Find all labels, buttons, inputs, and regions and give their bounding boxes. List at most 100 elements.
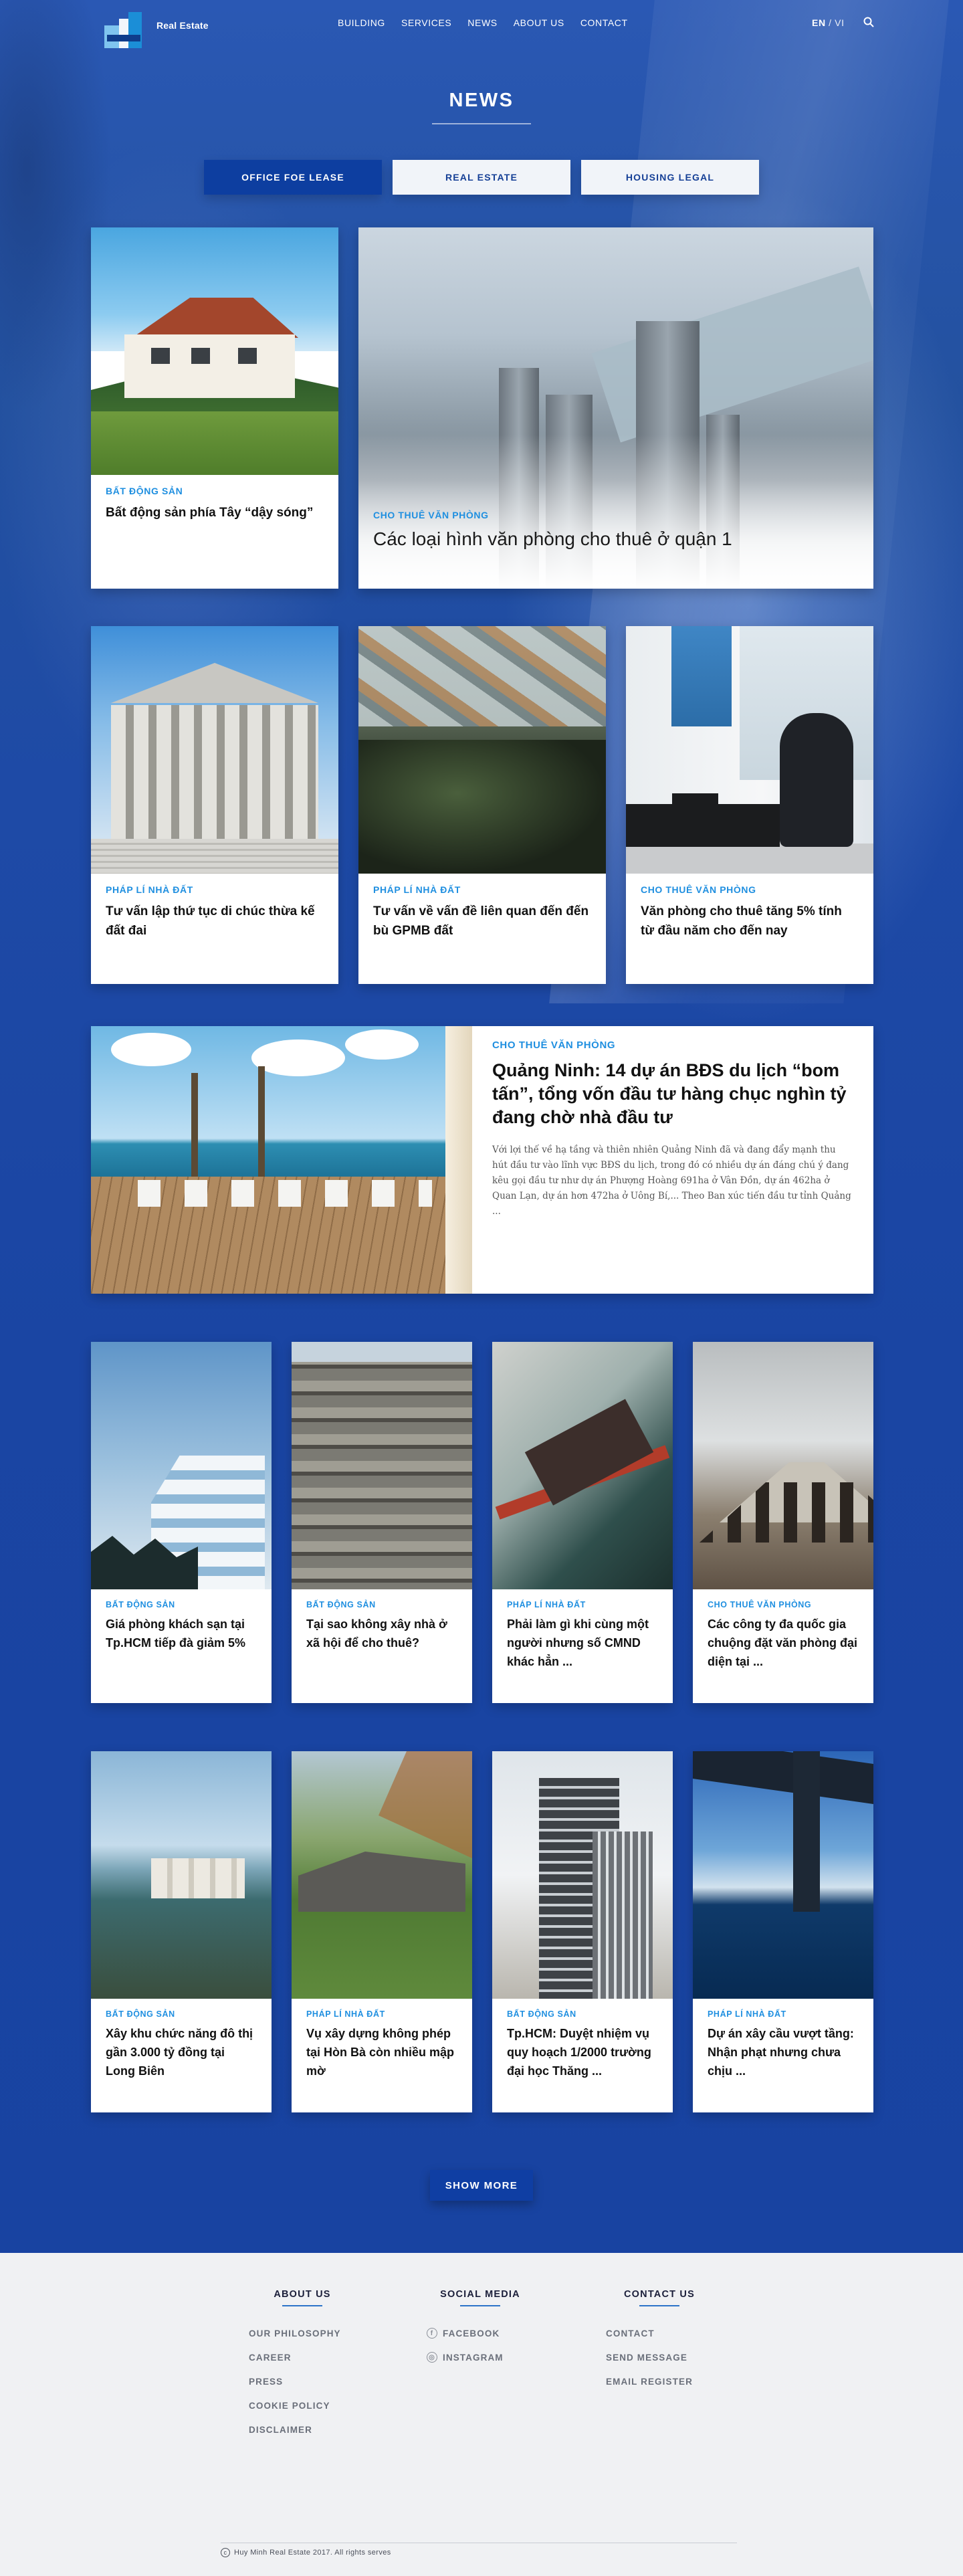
footer-social-links: f FACEBOOK ◎ INSTAGRAM [427, 2321, 534, 2369]
news-image [626, 626, 873, 874]
news-card-body: PHÁP LÍ NHÀ ĐẤT Vụ xây dựng không phép t… [292, 2009, 472, 2080]
news-image [358, 626, 606, 874]
news-image [292, 1342, 472, 1589]
footer-contact: CONTACT US CONTACT SEND MESSAGE EMAIL RE… [606, 2289, 713, 2393]
news-title[interactable]: Các công ty đa quốc gia chuộng đặt văn p… [708, 1615, 859, 1671]
news-card-body: BẤT ĐỘNG SẢN Bất động sản phía Tây “dậy … [91, 486, 338, 522]
search-icon[interactable] [863, 16, 875, 28]
lang-separator: / [829, 17, 832, 28]
news-image [693, 1342, 873, 1589]
copyright-text: Huy Minh Real Estate 2017. All rights se… [234, 2549, 391, 2557]
news-card-featured[interactable]: CHO THUÊ VĂN PHÒNG Các loại hình văn phò… [358, 227, 873, 589]
news-category: PHÁP LÍ NHÀ ĐẤT [306, 2009, 385, 2019]
show-more-button[interactable]: SHOW MORE [430, 2170, 533, 2201]
footer-link-career[interactable]: CAREER [249, 2345, 356, 2369]
footer-about-links: OUR PHILOSOPHY CAREER PRESS COOKIE POLIC… [249, 2321, 356, 2442]
footer-link-facebook[interactable]: f FACEBOOK [427, 2321, 534, 2345]
news-card[interactable]: BẤT ĐỘNG SẢN Bất động sản phía Tây “dậy … [91, 227, 338, 589]
news-card[interactable]: BẤT ĐỘNG SẢN Xây khu chức năng đô thị gầ… [91, 1751, 272, 2112]
copyright-icon: c [221, 2548, 230, 2557]
news-card-body: CHO THUÊ VĂN PHÒNG Văn phòng cho thuê tă… [626, 884, 873, 940]
news-card-body: BẤT ĐỘNG SẢN Tp.HCM: Duyệt nhiệm vụ quy … [492, 2009, 673, 2080]
news-category: CHO THUÊ VĂN PHÒNG [373, 510, 489, 520]
footer-link-philosophy[interactable]: OUR PHILOSOPHY [249, 2321, 356, 2345]
tab-office-for-lease[interactable]: OFFICE FOE LEASE [204, 160, 382, 195]
news-title[interactable]: Phải làm gì khi cùng một người nhưng số … [507, 1615, 658, 1671]
news-image [492, 1342, 673, 1589]
footer-about: ABOUT US OUR PHILOSOPHY CAREER PRESS COO… [249, 2289, 356, 2442]
nav-contact[interactable]: CONTACT [580, 17, 628, 28]
news-title[interactable]: Tư vấn về vấn đề liên quan đến đến bù GP… [373, 902, 591, 940]
news-card-body: BẤT ĐỘNG SẢN Xây khu chức năng đô thị gầ… [91, 2009, 272, 2080]
news-title[interactable]: Tại sao không xây nhà ở xã hội để cho th… [306, 1615, 457, 1652]
news-card[interactable]: BẤT ĐỘNG SẢN Giá phòng khách sạn tại Tp.… [91, 1342, 272, 1703]
news-card[interactable]: PHÁP LÍ NHÀ ĐẤT Vụ xây dựng không phép t… [292, 1751, 472, 2112]
facebook-icon: f [427, 2328, 437, 2339]
footer-about-title: ABOUT US [274, 2289, 331, 2300]
footer-link-contact[interactable]: CONTACT [606, 2321, 713, 2345]
news-card-body: PHÁP LÍ NHÀ ĐẤT Phải làm gì khi cùng một… [492, 1600, 673, 1671]
logo-icon [102, 9, 152, 54]
news-category: CHO THUÊ VĂN PHÒNG [708, 1600, 812, 1609]
news-card[interactable]: CHO THUÊ VĂN PHÒNG Văn phòng cho thuê tă… [626, 626, 873, 984]
nav-news[interactable]: NEWS [467, 17, 497, 28]
footer-link-send-message[interactable]: SEND MESSAGE [606, 2345, 713, 2369]
news-title[interactable]: Tp.HCM: Duyệt nhiệm vụ quy hoạch 1/2000 … [507, 2024, 658, 2080]
news-title[interactable]: Văn phòng cho thuê tăng 5% tính từ đầu n… [641, 902, 859, 940]
news-card-body: PHÁP LÍ NHÀ ĐẤT Dự án xây cầu vượt tầng:… [693, 2009, 873, 2080]
news-card[interactable]: BẤT ĐỘNG SẢN Tại sao không xây nhà ở xã … [292, 1342, 472, 1703]
lang-en[interactable]: EN [812, 17, 826, 28]
news-category: PHÁP LÍ NHÀ ĐẤT [507, 1600, 586, 1609]
news-title[interactable]: Dự án xây cầu vượt tầng: Nhận phạt nhưng… [708, 2024, 859, 2080]
footer-link-disclaimer[interactable]: DISCLAIMER [249, 2417, 356, 2442]
news-card[interactable]: PHÁP LÍ NHÀ ĐẤT Dự án xây cầu vượt tầng:… [693, 1751, 873, 2112]
news-title[interactable]: Bất động sản phía Tây “dậy sóng” [106, 503, 324, 522]
news-image [91, 1342, 272, 1589]
footer-heading-rule [639, 2305, 679, 2306]
lang-vi[interactable]: VI [835, 17, 844, 28]
news-card[interactable]: CHO THUÊ VĂN PHÒNG Các công ty đa quốc g… [693, 1342, 873, 1703]
news-card[interactable]: PHÁP LÍ NHÀ ĐẤT Phải làm gì khi cùng một… [492, 1342, 673, 1703]
news-title[interactable]: Quảng Ninh: 14 dự án BĐS du lịch “bom tấ… [492, 1059, 853, 1129]
footer-link-instagram[interactable]: ◎ INSTAGRAM [427, 2345, 534, 2369]
news-image [91, 1751, 272, 1999]
site-footer: ABOUT US OUR PHILOSOPHY CAREER PRESS COO… [0, 2253, 963, 2576]
news-card[interactable]: PHÁP LÍ NHÀ ĐẤT Tư vấn lập thứ tục di ch… [91, 626, 338, 984]
footer-heading-rule [282, 2305, 322, 2306]
footer-link-email-register[interactable]: EMAIL REGISTER [606, 2369, 713, 2393]
news-title[interactable]: Giá phòng khách sạn tại Tp.HCM tiếp đà g… [106, 1615, 257, 1652]
news-category: PHÁP LÍ NHÀ ĐẤT [373, 884, 461, 895]
news-title[interactable]: Các loại hình văn phòng cho thuê ở quận … [373, 527, 859, 551]
tab-real-estate[interactable]: REAL ESTATE [393, 160, 570, 195]
copyright: c Huy Minh Real Estate 2017. All rights … [221, 2548, 391, 2557]
nav-services[interactable]: SERVICES [401, 17, 451, 28]
category-tabs: OFFICE FOE LEASE REAL ESTATE HOUSING LEG… [204, 160, 759, 195]
news-category: PHÁP LÍ NHÀ ĐẤT [708, 2009, 786, 2019]
footer-link-cookie-policy[interactable]: COOKIE POLICY [249, 2393, 356, 2417]
news-title[interactable]: Xây khu chức năng đô thị gần 3.000 tỷ đồ… [106, 2024, 257, 2080]
footer-link-press[interactable]: PRESS [249, 2369, 356, 2393]
news-page: Real Estate BUILDING SERVICES NEWS ABOUT… [0, 0, 963, 2576]
news-card[interactable]: BẤT ĐỘNG SẢN Tp.HCM: Duyệt nhiệm vụ quy … [492, 1751, 673, 2112]
news-title[interactable]: Tư vấn lập thứ tục di chúc thừa kế đất đ… [106, 902, 324, 940]
news-category: BẤT ĐỘNG SẢN [106, 486, 183, 496]
news-card-body: BẤT ĐỘNG SẢN Giá phòng khách sạn tại Tp.… [91, 1600, 272, 1652]
tab-housing-legal[interactable]: HOUSING LEGAL [581, 160, 759, 195]
news-card-body: CHO THUÊ VĂN PHÒNG Các loại hình văn phò… [358, 510, 873, 551]
news-image [492, 1751, 673, 1999]
news-category: PHÁP LÍ NHÀ ĐẤT [106, 884, 193, 895]
news-card-body: BẤT ĐỘNG SẢN Tại sao không xây nhà ở xã … [292, 1600, 472, 1652]
news-image [91, 227, 338, 475]
site-header: Real Estate BUILDING SERVICES NEWS ABOUT… [0, 0, 963, 54]
nav-building[interactable]: BUILDING [338, 17, 385, 28]
news-title[interactable]: Vụ xây dựng không phép tại Hòn Bà còn nh… [306, 2024, 457, 2080]
news-card-wide[interactable]: CHO THUÊ VĂN PHÒNG Quảng Ninh: 14 dự án … [91, 1026, 873, 1294]
nav-about-us[interactable]: ABOUT US [514, 17, 564, 28]
title-underline [432, 123, 531, 124]
news-category: BẤT ĐỘNG SẢN [106, 2009, 175, 2019]
news-category: CHO THUÊ VĂN PHÒNG [492, 1039, 616, 1051]
logo[interactable]: Real Estate [102, 9, 209, 54]
news-excerpt: Với lợi thế về hạ tầng và thiên nhiên Qu… [492, 1145, 851, 1217]
news-card[interactable]: PHÁP LÍ NHÀ ĐẤT Tư vấn về vấn đề liên qu… [358, 626, 606, 984]
news-card-body: PHÁP LÍ NHÀ ĐẤT Tư vấn về vấn đề liên qu… [358, 884, 606, 940]
